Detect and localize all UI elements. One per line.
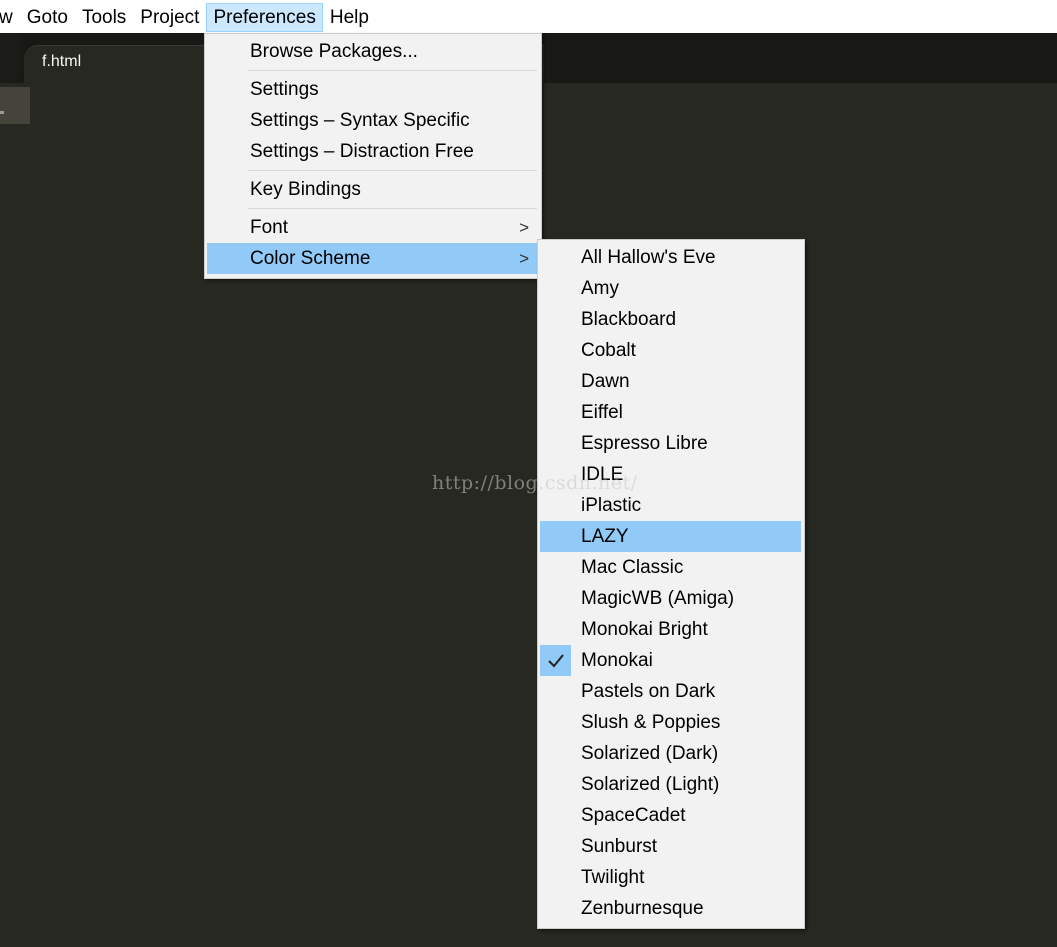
menu-item-label: Settings – Syntax Specific [250,110,470,131]
menu-item-color-scheme[interactable]: Color Scheme > [207,243,539,274]
color-scheme-label: Solarized (Dark) [581,743,719,764]
color-scheme-label: Cobalt [581,340,636,361]
color-scheme-item-monokai-bright[interactable]: Monokai Bright [540,614,802,645]
menu-separator [248,170,537,171]
menu-bar: w Goto Tools Project Preferences Help [0,0,1057,33]
menu-view[interactable]: w [0,3,20,32]
color-scheme-item-amy[interactable]: Amy [540,273,802,304]
color-scheme-label: Solarized (Light) [581,774,720,795]
color-scheme-label: Blackboard [581,309,677,330]
color-scheme-item-twilight[interactable]: Twilight [540,862,802,893]
chevron-right-icon: > [519,218,529,237]
menu-item-label: Settings [250,79,319,100]
color-scheme-label: LAZY [581,526,629,547]
menu-item-label: Color Scheme [250,248,371,269]
color-scheme-item-blackboard[interactable]: Blackboard [540,304,802,335]
color-scheme-label: Sunburst [581,836,658,857]
menu-item-font[interactable]: Font > [207,212,539,243]
sidebar-marker [0,111,4,114]
color-scheme-item-solarized-light[interactable]: Solarized (Light) [540,769,802,800]
menu-item-label: Font [250,217,289,238]
chevron-right-icon: > [519,249,529,268]
menu-item-settings-syntax-specific[interactable]: Settings – Syntax Specific [207,105,539,136]
menu-preferences[interactable]: Preferences [206,2,323,32]
color-scheme-item-pastels-on-dark[interactable]: Pastels on Dark [540,676,802,707]
color-scheme-item-monokai[interactable]: Monokai [540,645,802,676]
sidebar-fragment [0,87,30,124]
preferences-menu: Browse Packages... Settings Settings – Syn… [204,33,542,279]
color-scheme-item-iplastic[interactable]: iPlastic [540,490,802,521]
color-scheme-item-all-hallow-s-eve[interactable]: All Hallow's Eve [540,242,802,273]
color-scheme-item-solarized-dark[interactable]: Solarized (Dark) [540,738,802,769]
color-scheme-label: Pastels on Dark [581,681,716,702]
menu-project[interactable]: Project [133,3,206,32]
color-scheme-item-cobalt[interactable]: Cobalt [540,335,802,366]
color-scheme-label: Amy [581,278,619,299]
color-scheme-item-sunburst[interactable]: Sunburst [540,831,802,862]
color-scheme-item-mac-classic[interactable]: Mac Classic [540,552,802,583]
color-scheme-label: iPlastic [581,495,642,516]
menu-tools[interactable]: Tools [75,3,133,32]
color-scheme-label: Dawn [581,371,630,392]
color-scheme-item-lazy[interactable]: LAZY [540,521,801,552]
menu-help[interactable]: Help [323,3,376,32]
color-scheme-label: Zenburnesque [581,898,704,919]
color-scheme-item-slush-poppies[interactable]: Slush & Poppies [540,707,802,738]
color-scheme-label: Monokai Bright [581,619,708,640]
menu-goto[interactable]: Goto [20,3,75,32]
color-scheme-label: Twilight [581,867,645,888]
color-scheme-item-eiffel[interactable]: Eiffel [540,397,802,428]
color-scheme-label: Mac Classic [581,557,684,578]
color-scheme-label: Monokai [581,650,653,671]
menu-item-settings-distraction-free[interactable]: Settings – Distraction Free [207,136,539,167]
color-scheme-item-spacecadet[interactable]: SpaceCadet [540,800,802,831]
tab-inactive[interactable] [0,33,20,83]
color-scheme-submenu: All Hallow's Eve Amy Blackboard Cobalt Dawn E… [537,239,805,929]
menu-item-label: Key Bindings [250,179,361,200]
menu-item-settings[interactable]: Settings [207,74,539,105]
menu-separator [248,208,537,209]
menu-item-label: Settings – Distraction Free [250,141,474,162]
tab-label: f.html [42,53,82,70]
menu-item-key-bindings[interactable]: Key Bindings [207,174,539,205]
color-scheme-item-zenburnesque[interactable]: Zenburnesque [540,893,802,924]
menu-separator [248,70,537,71]
color-scheme-item-dawn[interactable]: Dawn [540,366,802,397]
menu-item-label: Browse Packages... [250,41,418,62]
color-scheme-label: SpaceCadet [581,805,686,826]
menu-item-browse-packages[interactable]: Browse Packages... [207,36,539,67]
color-scheme-label: Espresso Libre [581,433,708,454]
color-scheme-label: IDLE [581,464,624,485]
color-scheme-label: Eiffel [581,402,623,423]
color-scheme-label: MagicWB (Amiga) [581,588,735,609]
checkmark-icon [540,645,571,676]
color-scheme-item-espresso-libre[interactable]: Espresso Libre [540,428,802,459]
color-scheme-item-idle[interactable]: IDLE [540,459,802,490]
color-scheme-label: All Hallow's Eve [581,247,716,268]
color-scheme-label: Slush & Poppies [581,712,721,733]
color-scheme-item-magicwb-amiga[interactable]: MagicWB (Amiga) [540,583,802,614]
